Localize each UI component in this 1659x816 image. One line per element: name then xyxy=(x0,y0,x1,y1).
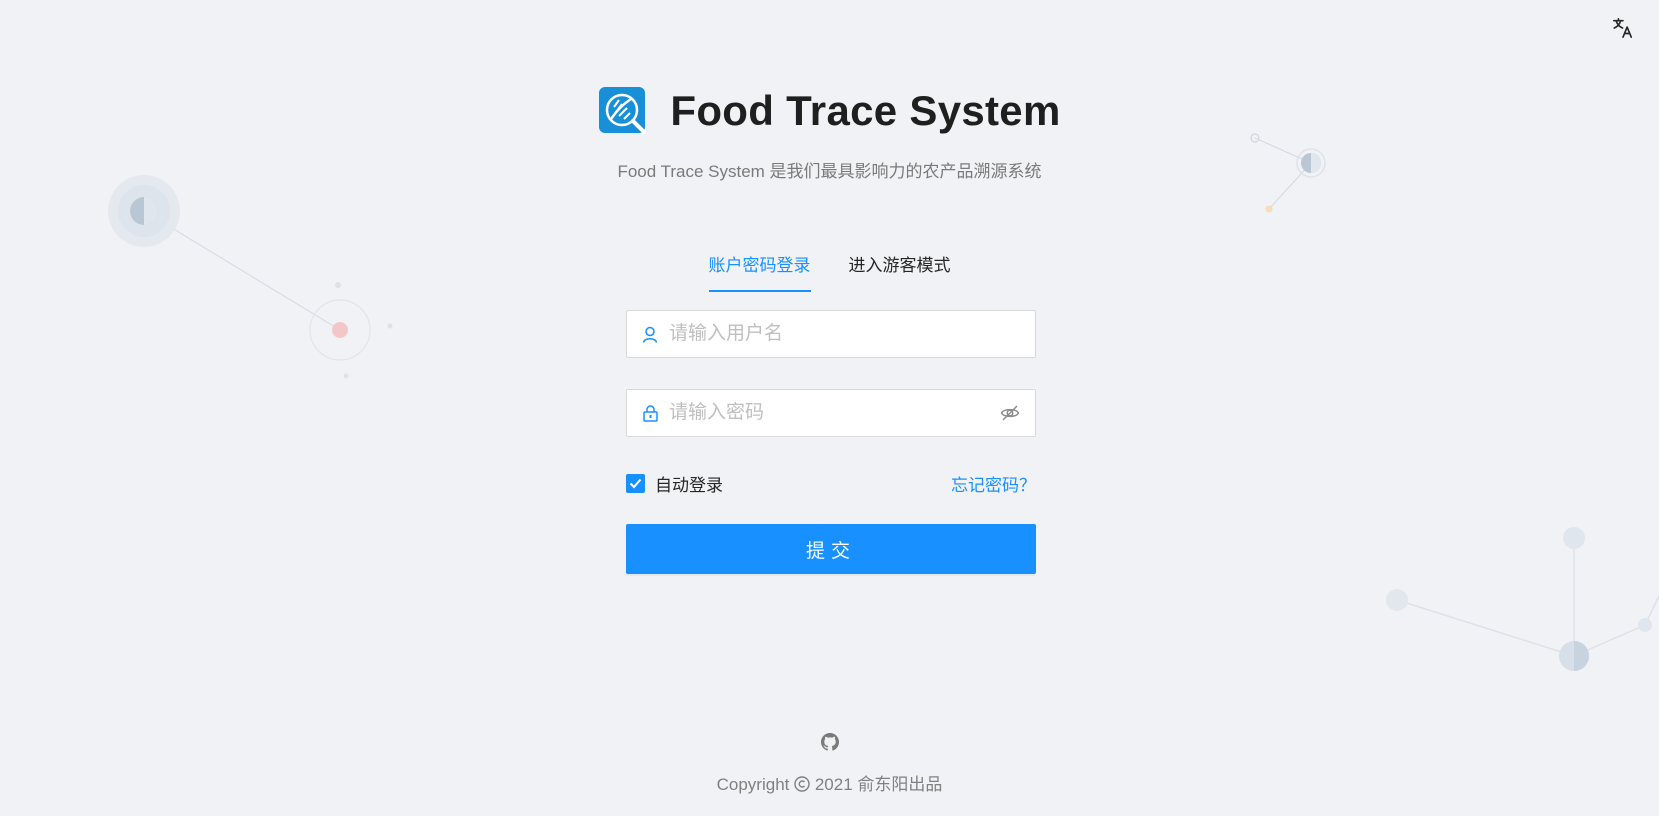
password-visibility-toggle[interactable] xyxy=(999,402,1021,424)
title-row: Food Trace System xyxy=(598,86,1060,136)
lock-icon xyxy=(641,404,659,422)
login-tabs: 账户密码登录 进入游客模式 xyxy=(0,248,1659,292)
login-page: Food Trace System Food Trace System 是我们最… xyxy=(0,0,1659,816)
page-footer: Copyright 2021 俞东阳出品 xyxy=(0,733,1659,795)
login-options-row: 自动登录 忘记密码？ xyxy=(626,471,1036,495)
tab-account-login[interactable]: 账户密码登录 xyxy=(708,248,811,292)
page-header: Food Trace System Food Trace System 是我们最… xyxy=(0,86,1659,182)
eye-invisible-icon xyxy=(1000,405,1020,421)
user-icon xyxy=(641,325,659,343)
copyright-icon xyxy=(794,776,810,792)
checkmark-icon xyxy=(629,478,642,488)
app-title: Food Trace System xyxy=(670,87,1061,134)
password-input[interactable] xyxy=(667,401,999,425)
login-form: 自动登录 忘记密码？ 提交 xyxy=(626,310,1036,574)
copyright-text: Copyright 2021 俞东阳出品 xyxy=(0,770,1659,795)
password-field xyxy=(626,389,1036,437)
copyright-prefix: Copyright xyxy=(716,775,795,794)
username-field xyxy=(626,310,1036,358)
tab-guest-mode[interactable]: 进入游客模式 xyxy=(849,248,951,292)
translate-icon xyxy=(1613,18,1633,38)
copyright-body: 2021 俞东阳出品 xyxy=(810,775,943,794)
language-switch-button[interactable] xyxy=(1609,14,1637,42)
submit-button[interactable]: 提交 xyxy=(626,524,1036,574)
logo-icon xyxy=(599,87,647,134)
forgot-password-link[interactable]: 忘记密码？ xyxy=(951,471,1036,496)
app-subtitle: Food Trace System 是我们最具影响力的农产品溯源系统 xyxy=(617,162,1042,181)
auto-login-label: 自动登录 xyxy=(655,475,723,495)
username-input[interactable] xyxy=(667,322,1021,346)
github-icon[interactable] xyxy=(820,733,839,751)
auto-login-checkbox[interactable] xyxy=(626,473,645,493)
auto-login-option[interactable]: 自动登录 xyxy=(626,471,723,496)
